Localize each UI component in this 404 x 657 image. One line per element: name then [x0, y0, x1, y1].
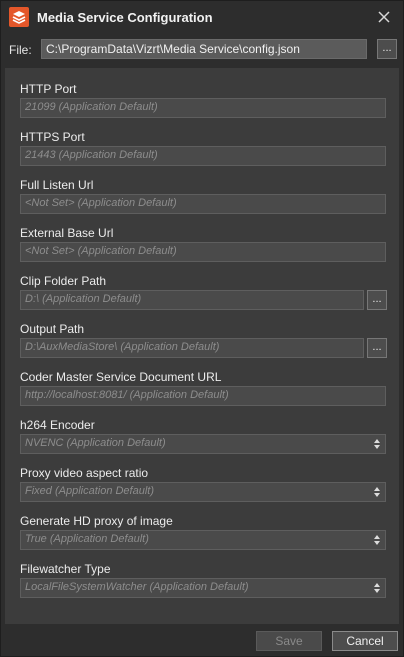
https-port-label: HTTPS Port [20, 130, 85, 144]
proxy-aspect-select[interactable]: Fixed (Application Default) [20, 482, 386, 502]
config-window: Media Service Configuration File: C:\Pro… [0, 0, 404, 657]
settings-panel: HTTP Port 21099 (Application Default) HT… [5, 68, 399, 624]
save-button[interactable]: Save [256, 631, 322, 651]
output-path-input[interactable]: D:\AuxMediaStore\ (Application Default) [20, 338, 364, 358]
output-path-label: Output Path [20, 322, 85, 336]
https-port-input[interactable]: 21443 (Application Default) [20, 146, 386, 166]
filewatcher-type-label: Filewatcher Type [20, 562, 111, 576]
app-logo-icon [9, 7, 29, 27]
hd-proxy-value: True (Application Default) [25, 533, 149, 545]
full-listen-url-label: Full Listen Url [20, 178, 94, 192]
select-arrows-icon [374, 439, 380, 449]
http-port-input[interactable]: 21099 (Application Default) [20, 98, 386, 118]
h264-encoder-value: NVENC (Application Default) [25, 437, 166, 449]
close-button[interactable] [373, 7, 395, 27]
http-port-label: HTTP Port [20, 82, 77, 96]
proxy-aspect-label: Proxy video aspect ratio [20, 466, 149, 480]
clip-folder-path-input[interactable]: D:\ (Application Default) [20, 290, 364, 310]
title-bar: Media Service Configuration [1, 1, 403, 33]
file-label: File: [9, 43, 32, 57]
hd-proxy-label: Generate HD proxy of image [20, 514, 173, 528]
h264-encoder-select[interactable]: NVENC (Application Default) [20, 434, 386, 454]
filewatcher-type-value: LocalFileSystemWatcher (Application Defa… [25, 581, 249, 593]
external-base-url-input[interactable]: <Not Set> (Application Default) [20, 242, 386, 262]
file-path-input[interactable]: C:\ProgramData\Vizrt\Media Service\confi… [41, 39, 367, 59]
h264-encoder-label: h264 Encoder [20, 418, 95, 432]
select-arrows-icon [374, 487, 380, 497]
clip-folder-path-label: Clip Folder Path [20, 274, 107, 288]
coder-master-url-label: Coder Master Service Document URL [20, 370, 222, 384]
select-arrows-icon [374, 583, 380, 593]
proxy-aspect-value: Fixed (Application Default) [25, 485, 155, 497]
filewatcher-type-select[interactable]: LocalFileSystemWatcher (Application Defa… [20, 578, 386, 598]
file-bar: File: C:\ProgramData\Vizrt\Media Service… [1, 35, 403, 63]
external-base-url-label: External Base Url [20, 226, 114, 240]
full-listen-url-input[interactable]: <Not Set> (Application Default) [20, 194, 386, 214]
hd-proxy-select[interactable]: True (Application Default) [20, 530, 386, 550]
coder-master-url-input[interactable]: http://localhost:8081/ (Application Defa… [20, 386, 386, 406]
cancel-button[interactable]: Cancel [332, 631, 398, 651]
file-browse-button[interactable]: ... [377, 39, 397, 59]
dialog-footer: Save Cancel [1, 626, 403, 656]
select-arrows-icon [374, 535, 380, 545]
clip-folder-browse-button[interactable]: ... [367, 290, 387, 310]
close-icon [378, 11, 390, 23]
output-path-browse-button[interactable]: ... [367, 338, 387, 358]
window-title: Media Service Configuration [37, 10, 213, 25]
